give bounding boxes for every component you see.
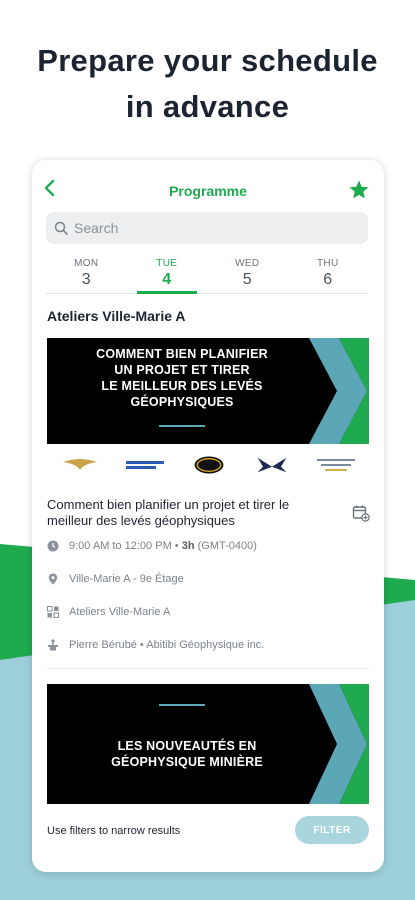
headline-line-1: Prepare your schedule xyxy=(37,43,378,78)
day-tab-mon[interactable]: MON 3 xyxy=(46,252,127,293)
filter-bar: Use filters to narrow results FILTER xyxy=(32,810,384,872)
favorite-star-icon[interactable] xyxy=(348,179,370,201)
clock-icon xyxy=(47,540,59,552)
day-name: MON xyxy=(74,258,99,269)
sponsor-logo-small-icon xyxy=(317,459,356,471)
event-speaker-row: Pierre Bérubé • Abitibi Géophysique inc. xyxy=(47,639,367,651)
sponsor-logo-oval-icon xyxy=(194,456,224,474)
podium-icon xyxy=(48,639,58,651)
filter-hint: Use filters to narrow results xyxy=(47,825,181,837)
add-to-calendar-icon[interactable] xyxy=(352,504,370,522)
day-name: TUE xyxy=(156,258,178,269)
banner-line: COMMENT BIEN PLANIFIER xyxy=(96,347,268,361)
event-time-row: 9:00 AM to 12:00 PM • 3h (GMT-0400) xyxy=(47,540,367,552)
banner-line: UN PROJET ET TIRER xyxy=(114,363,250,377)
event-location: Ville-Marie A - 9e Étage xyxy=(69,573,184,585)
day-name: THU xyxy=(317,258,339,269)
promo-headline: Prepare your schedule in advance xyxy=(0,38,415,130)
event-track: Ateliers Ville-Marie A xyxy=(69,606,171,618)
banner-line: GÉOPHYSIQUE MINIÈRE xyxy=(111,755,263,769)
track-grid-icon xyxy=(47,606,59,618)
event-banner[interactable]: COMMENT BIEN PLANIFIER UN PROJET ET TIRE… xyxy=(47,338,369,444)
day-number: 5 xyxy=(242,271,252,288)
section-title: Ateliers Ville-Marie A xyxy=(47,308,186,324)
filter-button[interactable]: FILTER xyxy=(295,816,369,844)
event-banner[interactable]: LES NOUVEAUTÉS EN GÉOPHYSIQUE MINIÈRE xyxy=(47,684,369,804)
chevron-graphic-icon xyxy=(309,338,369,444)
sponsor-logos xyxy=(47,450,369,480)
banner-line: GÉOPHYSIQUES xyxy=(130,395,234,409)
app-screen: Programme MON 3 TUE 4 WED 5 THU 6 Atelie… xyxy=(32,160,384,872)
day-tab-thu[interactable]: THU 6 xyxy=(288,252,369,293)
day-number: 6 xyxy=(323,271,333,288)
banner-divider xyxy=(159,704,205,706)
sponsor-logo-text-icon xyxy=(126,461,165,469)
event-title[interactable]: Comment bien planifier un projet et tire… xyxy=(47,497,337,529)
search-icon xyxy=(54,221,68,235)
banner-divider xyxy=(159,425,205,427)
event-time: 9:00 AM to 12:00 PM xyxy=(69,540,172,552)
screen-title: Programme xyxy=(169,183,247,199)
day-number: 4 xyxy=(162,271,172,288)
search-input[interactable] xyxy=(74,220,344,236)
event-duration: 3h xyxy=(181,540,195,552)
location-pin-icon xyxy=(48,573,58,585)
day-number: 3 xyxy=(81,271,91,288)
day-tabs: MON 3 TUE 4 WED 5 THU 6 xyxy=(46,252,368,294)
search-bar[interactable] xyxy=(46,212,368,244)
banner-line: LES NOUVEAUTÉS EN xyxy=(117,739,257,753)
headline-line-2: in advance xyxy=(125,89,290,124)
day-name: WED xyxy=(235,258,260,269)
chevron-graphic-icon xyxy=(309,684,369,804)
event-location-row: Ville-Marie A - 9e Étage xyxy=(47,573,367,585)
event-timezone: (GMT-0400) xyxy=(197,540,257,552)
event-track-row: Ateliers Ville-Marie A xyxy=(47,606,367,618)
day-tab-wed[interactable]: WED 5 xyxy=(207,252,288,293)
banner-line: LE MEILLEUR DES LEVÉS xyxy=(101,379,263,393)
banner-text: LES NOUVEAUTÉS EN GÉOPHYSIQUE MINIÈRE xyxy=(87,738,287,770)
sponsor-logo-wings-icon xyxy=(257,457,286,473)
divider xyxy=(47,668,369,669)
meta-separator: • xyxy=(171,540,182,552)
day-tab-tue[interactable]: TUE 4 xyxy=(127,252,208,294)
top-bar: Programme xyxy=(32,160,384,212)
banner-text: COMMENT BIEN PLANIFIER UN PROJET ET TIRE… xyxy=(77,346,287,410)
sponsor-logo-eagle-icon xyxy=(62,459,97,470)
event-speaker: Pierre Bérubé • Abitibi Géophysique inc. xyxy=(69,639,265,651)
